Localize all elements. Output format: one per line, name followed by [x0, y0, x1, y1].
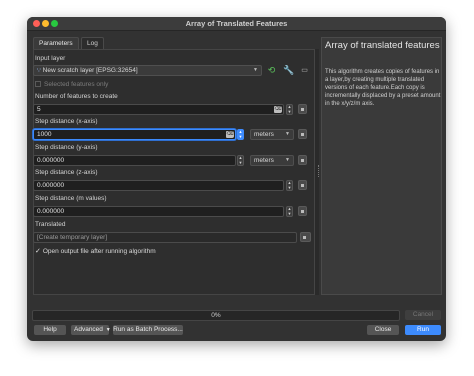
step-y-value: 0.000000	[37, 157, 65, 164]
step-z-spinner[interactable]: ▲ ▼	[286, 180, 293, 191]
title-bar: Array of Translated Features	[27, 17, 446, 31]
input-layer-value: New scratch layer [EPSG:32654]	[42, 67, 138, 74]
step-x-value: 1000	[37, 131, 52, 138]
help-button[interactable]: Help	[34, 325, 66, 335]
step-x-input[interactable]: 1000 ⌫	[33, 129, 236, 140]
pane-splitter[interactable]	[318, 165, 319, 177]
num-features-value: 5	[37, 106, 41, 113]
chevron-down-icon: ▼	[285, 131, 290, 137]
chevron-down-icon: ▼	[285, 157, 290, 163]
num-features-label: Number of features to create	[35, 93, 118, 100]
step-m-input[interactable]: 0.000000	[33, 206, 284, 217]
checkmark-icon: ✓	[35, 248, 41, 255]
run-button[interactable]: Run	[405, 325, 441, 335]
chevron-down-icon: ▼	[105, 327, 111, 333]
iterate-icon[interactable]: ⟲	[266, 65, 277, 76]
num-features-input[interactable]: 5 ⌫	[33, 104, 284, 115]
selected-features-only-label: Selected features only	[44, 81, 109, 88]
step-x-unit-select[interactable]: meters ▼	[250, 129, 294, 140]
select-on-canvas-icon[interactable]: ▭	[299, 65, 310, 76]
step-y-label: Step distance (y-axis)	[35, 144, 98, 151]
tab-log[interactable]: Log	[81, 37, 104, 49]
step-x-label: Step distance (x-axis)	[35, 118, 98, 125]
checkbox-box	[35, 81, 41, 87]
run-as-batch-button[interactable]: Run as Batch Process...	[113, 325, 183, 335]
help-title: Array of translated features	[325, 40, 440, 51]
step-x-spinner[interactable]: ▲ ▼	[237, 129, 244, 140]
point-layer-icon: ∵	[37, 68, 41, 74]
advanced-label: Advanced	[74, 326, 103, 333]
step-z-label: Step distance (z-axis)	[35, 169, 98, 176]
step-m-label: Step distance (m values)	[35, 195, 107, 202]
clear-icon[interactable]: ⌫	[274, 106, 282, 113]
step-y-input[interactable]: 0.000000	[33, 155, 236, 166]
data-defined-icon[interactable]	[298, 206, 307, 216]
advanced-button[interactable]: Advanced ▼	[71, 325, 111, 335]
clear-icon[interactable]: ⌫	[226, 131, 234, 138]
tab-parameters[interactable]: Parameters	[33, 37, 79, 49]
step-m-spinner[interactable]: ▲ ▼	[286, 206, 293, 217]
input-layer-select[interactable]: ∵ New scratch layer [EPSG:32654] ▼	[33, 65, 262, 76]
chevron-down-icon: ▼	[253, 67, 258, 73]
translated-output-field[interactable]: [Create temporary layer]	[33, 232, 297, 243]
help-pane: Array of translated features This algori…	[321, 37, 442, 295]
output-options-button[interactable]	[300, 232, 311, 242]
data-defined-icon[interactable]	[298, 180, 307, 190]
step-z-input[interactable]: 0.000000	[33, 180, 284, 191]
input-layer-label: Input layer	[35, 55, 66, 62]
step-y-unit-select[interactable]: meters ▼	[250, 155, 294, 166]
step-z-value: 0.000000	[37, 182, 65, 189]
open-output-checkbox[interactable]: ✓ Open output file after running algorith…	[35, 247, 156, 255]
wrench-icon[interactable]: 🔧	[283, 65, 294, 76]
window-title: Array of Translated Features	[185, 19, 288, 28]
close-button[interactable]: Close	[367, 325, 399, 335]
selected-features-only-checkbox[interactable]: Selected features only	[35, 81, 108, 88]
step-y-spinner[interactable]: ▲ ▼	[237, 155, 244, 166]
step-x-unit: meters	[254, 131, 274, 138]
data-defined-icon[interactable]	[298, 129, 307, 139]
cancel-button[interactable]: Cancel	[405, 310, 441, 320]
data-defined-icon[interactable]	[298, 104, 307, 114]
progress-text: 0%	[211, 312, 221, 319]
step-m-value: 0.000000	[37, 208, 65, 215]
help-body: This algorithm creates copies of feature…	[325, 69, 441, 107]
step-y-unit: meters	[254, 157, 274, 164]
data-defined-icon[interactable]	[298, 155, 307, 165]
progress-bar: 0%	[32, 310, 400, 321]
translated-label: Translated	[35, 221, 66, 228]
num-features-spinner[interactable]: ▲ ▼	[286, 104, 293, 115]
open-output-label: Open output file after running algorithm	[42, 248, 156, 255]
translated-placeholder: [Create temporary layer]	[37, 234, 108, 241]
